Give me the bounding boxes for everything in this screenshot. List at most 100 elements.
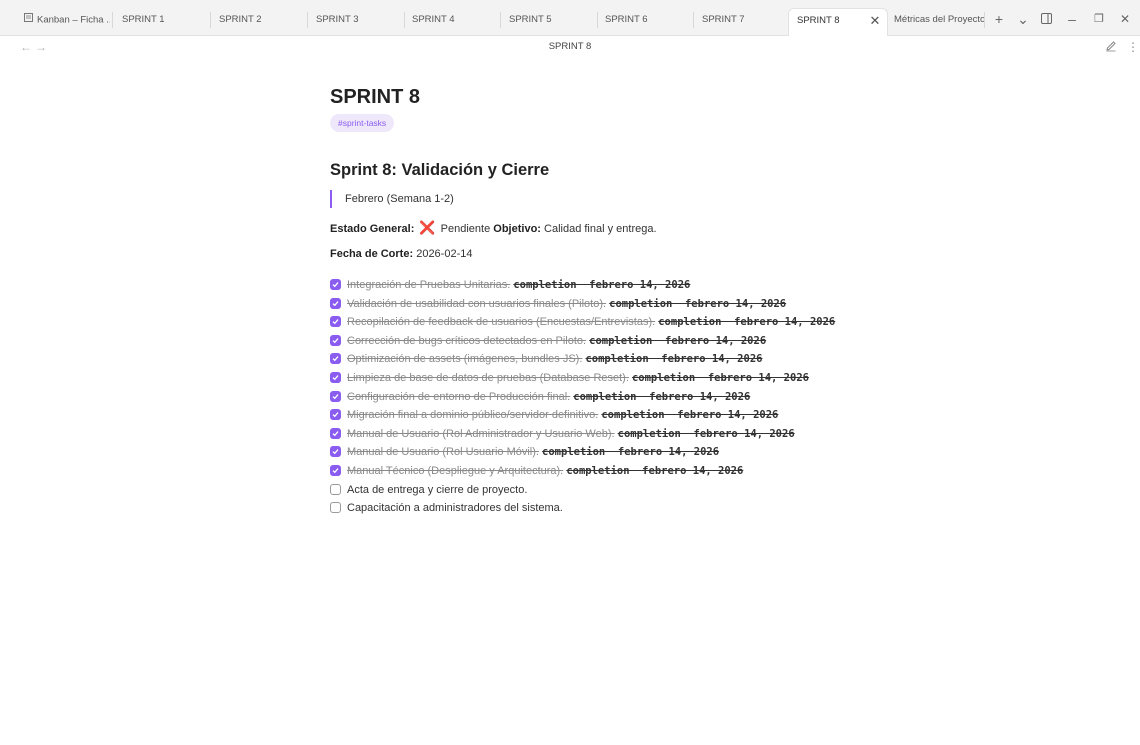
fecha-value: 2026-02-14 <box>416 248 473 260</box>
task-checkbox-checked[interactable] <box>330 446 341 458</box>
task-text: Recopilación de feedback de usuarios (En… <box>347 316 656 329</box>
tab-sprint-3[interactable]: SPRINT 3 <box>308 8 404 32</box>
tab-label: Kanban – Ficha ... <box>37 14 110 26</box>
tab-divider <box>984 12 985 28</box>
period-blockquote: Febrero (Semana 1-2) <box>330 190 454 208</box>
tab-label: SPRINT 6 <box>605 14 648 25</box>
task-item: Validación de usabilidad con usuarios fi… <box>330 295 850 314</box>
task-completion-meta: completion febrero 14, 2026 <box>658 316 836 329</box>
tab-label: SPRINT 5 <box>509 14 552 25</box>
task-item: Manual de Usuario (Rol Administrador y U… <box>330 425 850 444</box>
task-text: Capacitación a administradores del siste… <box>347 502 563 515</box>
sprint-tasks-tag[interactable]: #sprint-tasks <box>330 114 395 132</box>
pencil-icon[interactable] <box>1105 40 1117 55</box>
minimize-button[interactable]: – <box>1061 9 1083 29</box>
task-item: Configuración de entorno de Producción f… <box>330 388 850 407</box>
task-completion-meta: completion febrero 14, 2026 <box>617 427 795 440</box>
task-checkbox-checked[interactable] <box>330 390 341 402</box>
task-text: Acta de entrega y cierre de proyecto. <box>347 483 528 496</box>
task-text: Manual Técnico (Despliegue y Arquitectur… <box>347 464 564 477</box>
task-text: Limpieza de base de datos de pruebas (Da… <box>347 371 629 384</box>
task-checkbox[interactable] <box>330 483 341 495</box>
task-text: Corrección de bugs críticos detectados e… <box>347 334 587 347</box>
task-checkbox[interactable] <box>330 502 341 514</box>
tab-label: SPRINT 2 <box>219 14 262 25</box>
tab-sprint-8[interactable]: SPRINT 8 ✕ <box>788 8 888 36</box>
tab-label: SPRINT 8 <box>797 15 840 26</box>
task-item: Migración final a dominio público/servid… <box>330 406 850 425</box>
task-completion-meta: completion febrero 14, 2026 <box>566 464 744 477</box>
task-checkbox-checked[interactable] <box>330 427 341 439</box>
tab-sprint-5[interactable]: SPRINT 5 <box>501 8 597 32</box>
task-text: Manual de Usuario (Rol Usuario Móvil). <box>347 446 539 459</box>
tab-list-button[interactable]: ⌄ <box>1012 9 1034 29</box>
task-checkbox-checked[interactable] <box>330 353 341 365</box>
tab-bar: Kanban – Ficha ... SPRINT 1 SPRINT 2 SPR… <box>0 0 1140 36</box>
task-item: Manual Técnico (Despliegue y Arquitectur… <box>330 462 850 481</box>
sidebar-toggle-button[interactable] <box>1035 9 1057 29</box>
task-completion-meta: completion febrero 14, 2026 <box>542 446 720 459</box>
task-completion-meta: completion febrero 14, 2026 <box>573 390 751 403</box>
tab-label: Métricas del Proyecto <box>894 14 984 25</box>
estado-label: Estado General: <box>330 223 415 235</box>
tab-label: SPRINT 1 <box>122 14 165 25</box>
task-checkbox-checked[interactable] <box>330 279 341 290</box>
tab-label: SPRINT 3 <box>316 14 359 25</box>
task-checkbox-checked[interactable] <box>330 464 341 476</box>
task-list: Integración de Pruebas Unitarias. comple… <box>330 276 850 518</box>
task-completion-meta: completion febrero 14, 2026 <box>601 409 779 422</box>
estado-value: Pendiente <box>440 223 491 235</box>
restore-button[interactable]: ❐ <box>1088 9 1110 29</box>
fecha-line: Fecha de Corte: 2026-02-14 <box>330 248 472 260</box>
tab-metricas[interactable]: Métricas del Proyecto <box>886 8 984 32</box>
cross-mark-icon: ❌ <box>419 220 436 235</box>
task-checkbox-checked[interactable] <box>330 371 341 383</box>
task-completion-meta: completion febrero 14, 2026 <box>585 353 763 366</box>
task-text: Manual de Usuario (Rol Administrador y U… <box>347 427 615 440</box>
status-bar <box>940 735 1140 745</box>
task-text: Validación de usabilidad con usuarios fi… <box>347 297 607 310</box>
more-vertical-icon[interactable]: ⋮ <box>1127 40 1139 54</box>
task-checkbox-checked[interactable] <box>330 316 341 328</box>
task-completion-meta: completion febrero 14, 2026 <box>589 334 767 347</box>
task-item: Limpieza de base de datos de pruebas (Da… <box>330 369 850 388</box>
sidebar-toggle-icon <box>1040 13 1052 24</box>
tab-sprint-2[interactable]: SPRINT 2 <box>211 8 307 32</box>
tab-label: SPRINT 7 <box>702 14 745 25</box>
task-item: Integración de Pruebas Unitarias. comple… <box>330 276 850 295</box>
task-text: Integración de Pruebas Unitarias. <box>347 279 511 291</box>
view-title: SPRINT 8 <box>548 41 592 52</box>
task-text: Optimización de assets (imágenes, bundle… <box>347 353 583 366</box>
tab-sprint-1[interactable]: SPRINT 1 <box>114 8 210 32</box>
tab-sprint-6[interactable]: SPRINT 6 <box>597 8 693 32</box>
task-checkbox-checked[interactable] <box>330 297 341 309</box>
period-text: Febrero (Semana 1-2) <box>345 193 454 205</box>
tab-sprint-4[interactable]: SPRINT 4 <box>404 8 500 32</box>
tab-sprint-7[interactable]: SPRINT 7 <box>694 8 790 32</box>
objetivo-value: Calidad final y entrega. <box>544 223 657 235</box>
task-completion-meta: completion febrero 14, 2026 <box>631 371 809 384</box>
task-text: Migración final a dominio público/servid… <box>347 409 599 422</box>
fecha-label: Fecha de Corte: <box>330 248 414 260</box>
close-tab-icon[interactable]: ✕ <box>867 9 883 33</box>
task-completion-meta: completion febrero 14, 2026 <box>513 279 691 291</box>
estado-line: Estado General: ❌ Pendiente Objetivo: Ca… <box>330 220 657 236</box>
note-title: SPRINT 8 <box>330 86 421 108</box>
task-text: Configuración de entorno de Producción f… <box>347 390 571 403</box>
task-completion-meta: completion febrero 14, 2026 <box>609 297 787 310</box>
task-item: Acta de entrega y cierre de proyecto. <box>330 481 850 500</box>
task-item: Optimización de assets (imágenes, bundle… <box>330 350 850 369</box>
close-window-button[interactable]: ✕ <box>1114 9 1136 29</box>
task-checkbox-checked[interactable] <box>330 409 341 421</box>
task-checkbox-checked[interactable] <box>330 334 341 346</box>
sprint-heading: Sprint 8: Validación y Cierre <box>330 161 550 179</box>
task-item: Corrección de bugs críticos detectados e… <box>330 332 850 351</box>
document-icon <box>24 8 33 32</box>
task-item: Recopilación de feedback de usuarios (En… <box>330 313 850 332</box>
task-item: Manual de Usuario (Rol Usuario Móvil). c… <box>330 443 850 462</box>
new-tab-button[interactable]: + <box>988 9 1010 29</box>
tab-kanban[interactable]: Kanban – Ficha ... <box>16 8 110 32</box>
tab-label: SPRINT 4 <box>412 14 455 25</box>
objetivo-label: Objetivo: <box>493 223 541 235</box>
tab-divider <box>112 12 113 28</box>
